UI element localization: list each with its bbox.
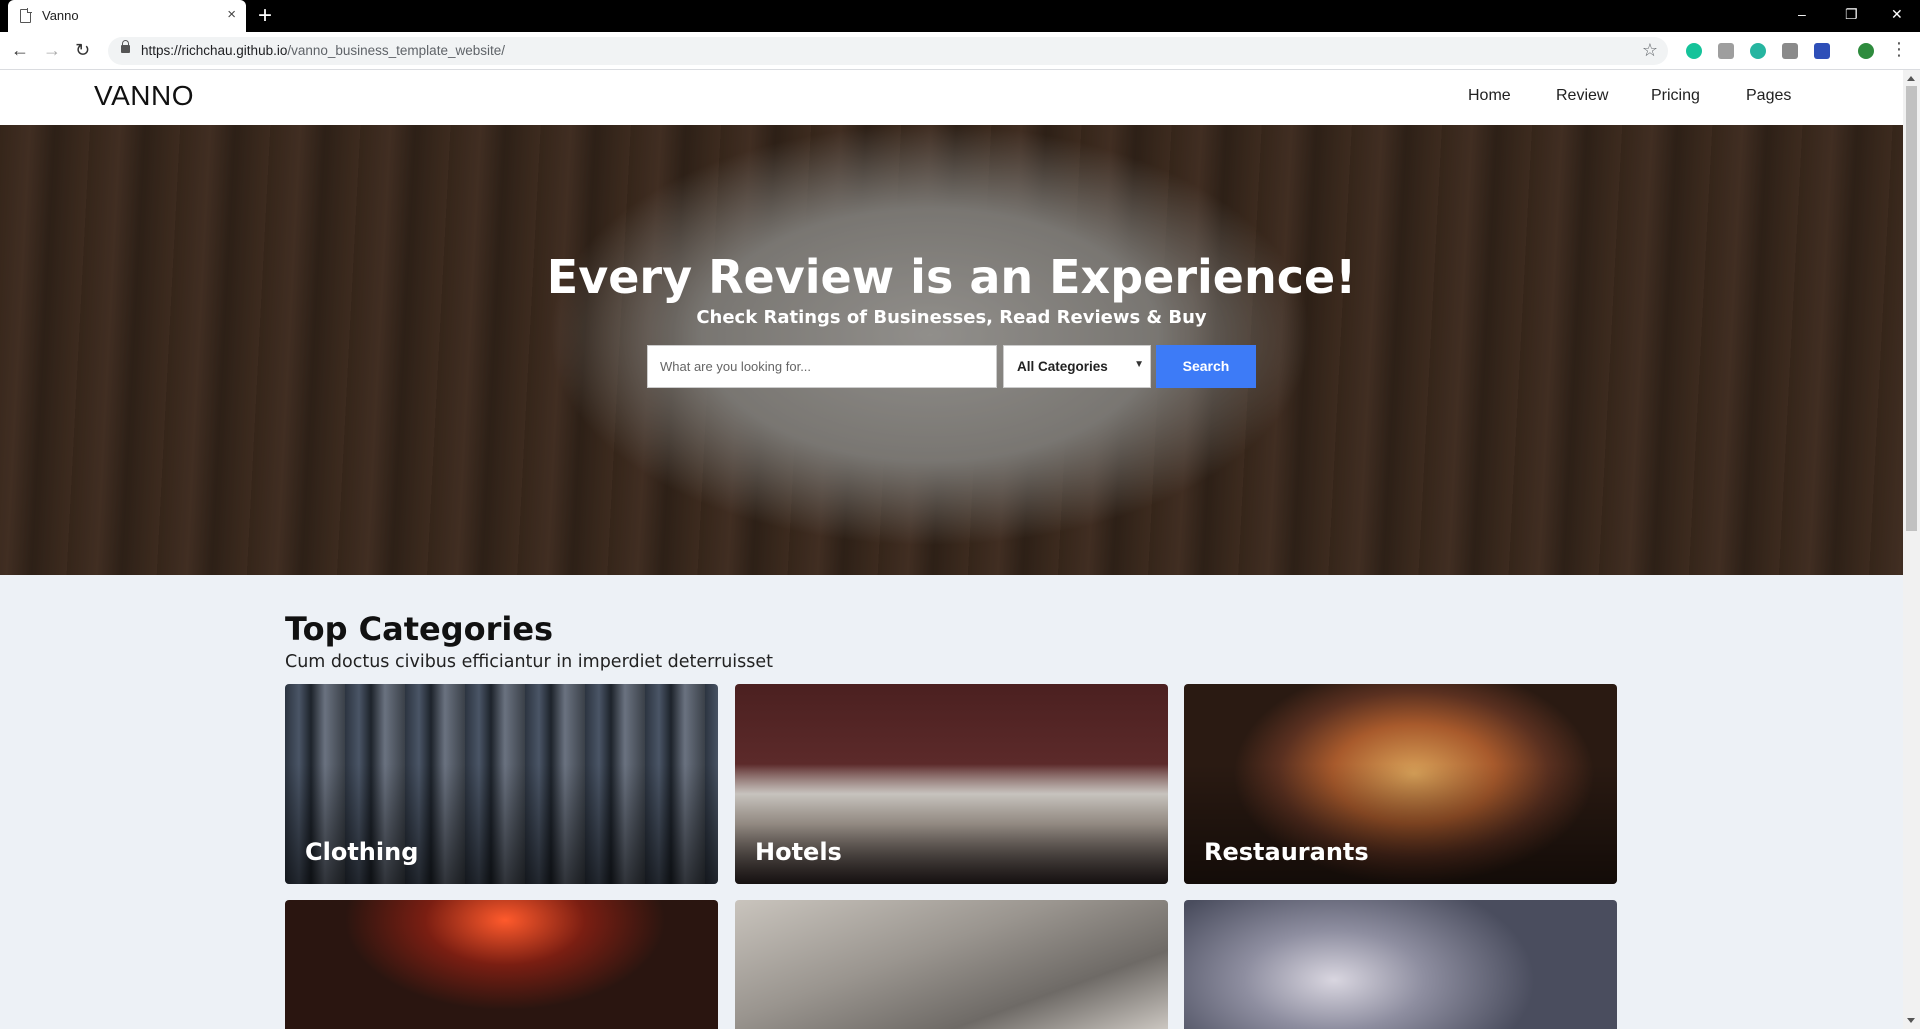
category-label: Clothing bbox=[305, 838, 419, 866]
search-button[interactable]: Search bbox=[1156, 345, 1256, 388]
hero-title: Every Review is an Experience! bbox=[546, 250, 1357, 304]
category-select[interactable]: All Categories ▼ bbox=[1003, 345, 1151, 388]
grammarly-icon[interactable] bbox=[1686, 43, 1702, 59]
nav-pricing[interactable]: Pricing bbox=[1651, 87, 1700, 105]
page-scrollbar[interactable] bbox=[1903, 70, 1920, 1029]
restore-icon[interactable]: ❐ bbox=[1845, 5, 1858, 23]
category-card-clothing[interactable]: Clothing bbox=[285, 684, 718, 884]
category-label: Hotels bbox=[755, 838, 842, 866]
new-tab-button[interactable]: + bbox=[258, 3, 272, 29]
tab-title: Vanno bbox=[42, 8, 79, 23]
profile-avatar-icon[interactable] bbox=[1858, 43, 1874, 59]
browser-tab[interactable]: Vanno × bbox=[8, 0, 246, 32]
extension-m-icon[interactable] bbox=[1750, 43, 1766, 59]
page-viewport: VANNO Home Review Pricing Pages Every Re… bbox=[0, 70, 1903, 1029]
chevron-down-icon: ▼ bbox=[1134, 359, 1144, 370]
site-logo[interactable]: VANNO bbox=[94, 80, 194, 112]
section-title: Top Categories bbox=[285, 610, 554, 648]
tab-close-icon[interactable]: × bbox=[227, 6, 236, 24]
bookmark-star-icon[interactable]: ☆ bbox=[1642, 40, 1658, 61]
hero-subtitle: Check Ratings of Businesses, Read Review… bbox=[696, 307, 1207, 328]
url-text: https://richchau.github.io/vanno_busines… bbox=[141, 43, 505, 58]
nav-pages[interactable]: Pages bbox=[1746, 87, 1791, 105]
close-window-icon[interactable]: ✕ bbox=[1891, 5, 1903, 23]
address-bar[interactable]: https://richchau.github.io/vanno_busines… bbox=[108, 37, 1668, 65]
category-select-value: All Categories bbox=[1017, 359, 1108, 374]
scrollbar-thumb[interactable] bbox=[1906, 86, 1917, 531]
document-icon bbox=[20, 8, 32, 23]
back-arrow-icon[interactable]: ← bbox=[11, 40, 29, 60]
site-header: VANNO Home Review Pricing Pages bbox=[0, 70, 1903, 125]
nav-review[interactable]: Review bbox=[1556, 87, 1608, 105]
hero-banner: Every Review is an Experience! Check Rat… bbox=[0, 125, 1903, 575]
browser-menu-icon[interactable]: ⋮ bbox=[1890, 40, 1908, 58]
category-card-services[interactable] bbox=[735, 900, 1168, 1029]
category-card-beauty[interactable] bbox=[1184, 900, 1617, 1029]
lock-icon bbox=[121, 40, 130, 53]
camera-icon[interactable] bbox=[1782, 43, 1798, 59]
nav-home[interactable]: Home bbox=[1468, 87, 1511, 105]
extension-blue-k-icon[interactable] bbox=[1814, 43, 1830, 59]
category-card-restaurants[interactable]: Restaurants bbox=[1184, 684, 1617, 884]
scroll-down-icon[interactable] bbox=[1907, 1018, 1915, 1023]
category-card-hotels[interactable]: Hotels bbox=[735, 684, 1168, 884]
scroll-up-icon[interactable] bbox=[1907, 76, 1915, 81]
minimize-icon[interactable]: – bbox=[1798, 5, 1806, 23]
reload-icon[interactable]: ↻ bbox=[75, 40, 90, 60]
extension-k-icon[interactable] bbox=[1718, 43, 1734, 59]
browser-toolbar: ← → ↻ https://richchau.github.io/vanno_b… bbox=[0, 32, 1920, 70]
category-label: Restaurants bbox=[1204, 838, 1369, 866]
search-input[interactable] bbox=[647, 345, 997, 388]
category-card-bars[interactable] bbox=[285, 900, 718, 1029]
forward-arrow-icon[interactable]: → bbox=[43, 40, 61, 60]
section-subtitle: Cum doctus civibus efficiantur in imperd… bbox=[285, 652, 774, 672]
browser-tab-bar: Vanno × + – ❐ ✕ bbox=[0, 0, 1920, 32]
